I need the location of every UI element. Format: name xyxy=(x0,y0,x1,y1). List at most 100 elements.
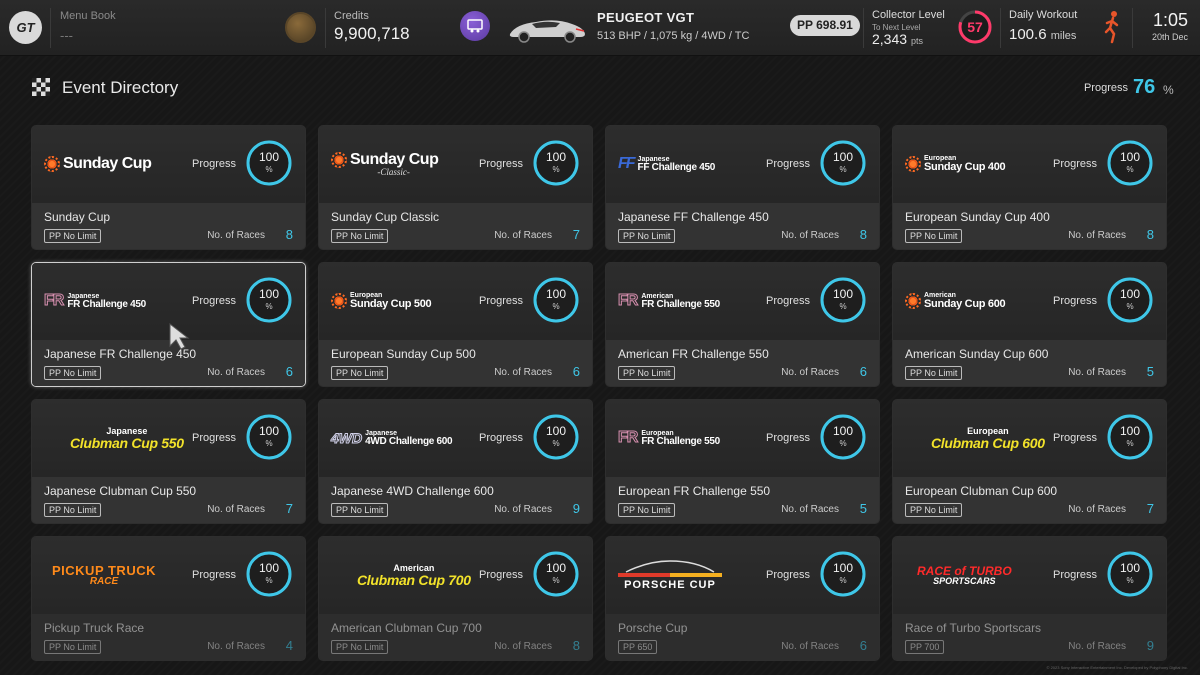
gt-logo-icon[interactable]: GT xyxy=(9,11,42,44)
logo-text: Sunday Cup 400 xyxy=(924,161,1006,173)
event-logo-box: European Sunday Cup 400 xyxy=(905,142,1045,186)
card-progress-label: Progress xyxy=(479,158,524,170)
races-label: No. of Races xyxy=(1068,641,1126,652)
event-card[interactable]: Japanese Clubman Cup 550 Progress 100 % J… xyxy=(31,399,306,524)
daily-workout-miles: 100.6 xyxy=(1009,26,1047,43)
event-logo-box: PORSCHE CUP xyxy=(618,553,758,597)
card-progress-value: 100 xyxy=(545,150,567,164)
logo-text: Clubman Cup 700 xyxy=(357,571,471,588)
card-header: RACE of TURBO SPORTSCARS Progress 100 % xyxy=(893,537,1166,614)
event-name: Japanese 4WD Challenge 600 xyxy=(331,484,494,498)
event-card[interactable]: FR European FR Challenge 550 Progress 100 … xyxy=(605,399,880,524)
card-footer: Sunday Cup PP No Limit No. of Races 8 xyxy=(32,203,305,249)
porsche-car-silhouette-icon xyxy=(625,560,715,573)
menu-book-coin-icon[interactable] xyxy=(285,12,316,43)
races-label: No. of Races xyxy=(207,504,265,515)
card-progress-label: Progress xyxy=(1053,432,1098,444)
card-header: Sunday Cup -Classic- Progress 100 % xyxy=(319,126,592,203)
card-progress-value: 100 xyxy=(832,424,854,438)
logo-subtext: -Classic- xyxy=(377,166,410,177)
pp-limit-tag: PP No Limit xyxy=(618,503,676,517)
card-footer: Japanese 4WD Challenge 600 PP No Limit N… xyxy=(319,477,592,523)
races-label: No. of Races xyxy=(494,641,552,652)
event-logo-box: RACE of TURBO SPORTSCARS xyxy=(905,553,1045,597)
pp-limit-tag: PP No Limit xyxy=(44,640,102,654)
races-label: No. of Races xyxy=(1068,367,1126,378)
logo-text: Sunday Cup xyxy=(350,150,439,168)
event-card[interactable]: FR American FR Challenge 550 Progress 100 … xyxy=(605,262,880,387)
races-count: 7 xyxy=(285,501,293,516)
card-progress-label: Progress xyxy=(1053,295,1098,307)
card-progress-unit: % xyxy=(265,576,273,585)
event-logo: FR American FR Challenge 550 xyxy=(617,292,720,310)
card-progress-label: Progress xyxy=(479,569,524,581)
pp-badge: PP 698.91 xyxy=(790,15,860,36)
races-count: 6 xyxy=(285,364,293,379)
event-name: American FR Challenge 550 xyxy=(618,347,769,361)
event-card[interactable]: RACE of TURBO SPORTSCARS Progress 100 % R… xyxy=(892,536,1167,661)
credits-label: Credits xyxy=(334,10,369,22)
card-progress-value: 100 xyxy=(258,561,280,575)
event-card[interactable]: European Sunday Cup 500 Progress 100 % Eu… xyxy=(318,262,593,387)
garage-icon[interactable] xyxy=(460,11,490,41)
card-progress-value: 100 xyxy=(832,287,854,301)
pointer-cursor-icon xyxy=(169,322,190,350)
card-progress-value: 100 xyxy=(832,150,854,164)
card-progress-value: 100 xyxy=(1119,561,1141,575)
card-progress-unit: % xyxy=(552,439,560,448)
event-logo-box: American Sunday Cup 600 xyxy=(905,279,1045,323)
card-header: American Sunday Cup 600 Progress 100 % xyxy=(893,263,1166,340)
event-name: Sunday Cup Classic xyxy=(331,210,440,224)
card-footer: Japanese FF Challenge 450 PP No Limit No… xyxy=(606,203,879,249)
event-logo-box: PICKUP TRUCK RACE xyxy=(44,553,184,597)
card-progress-label: Progress xyxy=(766,295,811,307)
event-card[interactable]: Sunday Cup Progress 100 % Sunday Cup PP … xyxy=(31,125,306,250)
car-thumbnail-icon[interactable] xyxy=(506,12,588,44)
card-header: American Clubman Cup 700 Progress 100 % xyxy=(319,537,592,614)
card-progress-unit: % xyxy=(839,165,847,174)
card-progress-unit: % xyxy=(265,439,273,448)
event-card[interactable]: American Clubman Cup 700 Progress 100 % A… xyxy=(318,536,593,661)
event-card[interactable]: FF Japanese FF Challenge 450 Progress 100 … xyxy=(605,125,880,250)
races-count: 7 xyxy=(572,227,580,242)
event-card[interactable]: European Clubman Cup 600 Progress 100 % E… xyxy=(892,399,1167,524)
event-logo: American Clubman Cup 700 xyxy=(357,563,471,588)
card-footer: European Sunday Cup 400 PP No Limit No. … xyxy=(893,203,1166,249)
logo-subtext: SPORTSCARS xyxy=(933,575,996,586)
collector-points-value: 2,343 xyxy=(872,31,908,47)
logo-text: PORSCHE CUP xyxy=(624,579,716,591)
card-header: Japanese Clubman Cup 550 Progress 100 % xyxy=(32,400,305,477)
event-logo-box: FR American FR Challenge 550 xyxy=(617,279,758,323)
card-header: European Clubman Cup 600 Progress 100 % xyxy=(893,400,1166,477)
event-card[interactable]: PICKUP TRUCK RACE Progress 100 % Pickup T… xyxy=(31,536,306,661)
event-logo-box: Sunday Cup -Classic- xyxy=(331,142,471,186)
event-card[interactable]: European Sunday Cup 400 Progress 100 % Eu… xyxy=(892,125,1167,250)
garage-glyph-icon xyxy=(467,19,483,33)
event-card[interactable]: American Sunday Cup 600 Progress 100 % Am… xyxy=(892,262,1167,387)
races-count: 7 xyxy=(1146,501,1154,516)
races-label: No. of Races xyxy=(781,230,839,241)
card-footer: European Sunday Cup 500 PP No Limit No. … xyxy=(319,340,592,386)
card-progress-label: Progress xyxy=(192,569,237,581)
logo-subtext: RACE xyxy=(89,575,119,587)
event-name: Porsche Cup xyxy=(618,621,688,635)
card-progress-label: Progress xyxy=(192,158,237,170)
logo-text: Sunday Cup 500 xyxy=(350,298,432,310)
card-footer: Pickup Truck Race PP No Limit No. of Rac… xyxy=(32,614,305,660)
event-logo-box: American Clubman Cup 700 xyxy=(331,553,471,597)
event-card[interactable]: PORSCHE CUP Progress 100 % Porsche Cup P… xyxy=(605,536,880,661)
card-progress-value: 100 xyxy=(1119,424,1141,438)
event-card[interactable]: Sunday Cup -Classic- Progress 100 % Sunda… xyxy=(318,125,593,250)
overall-progress-value: 76 xyxy=(1133,76,1156,98)
event-logo-box: European Clubman Cup 600 xyxy=(905,416,1045,460)
card-progress-unit: % xyxy=(265,165,273,174)
clock-time: 1:05 xyxy=(1152,10,1188,30)
pp-limit-tag: PP No Limit xyxy=(905,366,963,380)
races-label: No. of Races xyxy=(494,367,552,378)
card-progress-unit: % xyxy=(839,576,847,585)
event-logo: 4WD Japanese 4WD Challenge 600 xyxy=(330,430,452,447)
divider xyxy=(50,8,51,48)
event-card[interactable]: 4WD Japanese 4WD Challenge 600 Progress 10… xyxy=(318,399,593,524)
card-progress-label: Progress xyxy=(1053,569,1098,581)
event-logo: American Sunday Cup 600 xyxy=(905,292,1006,310)
